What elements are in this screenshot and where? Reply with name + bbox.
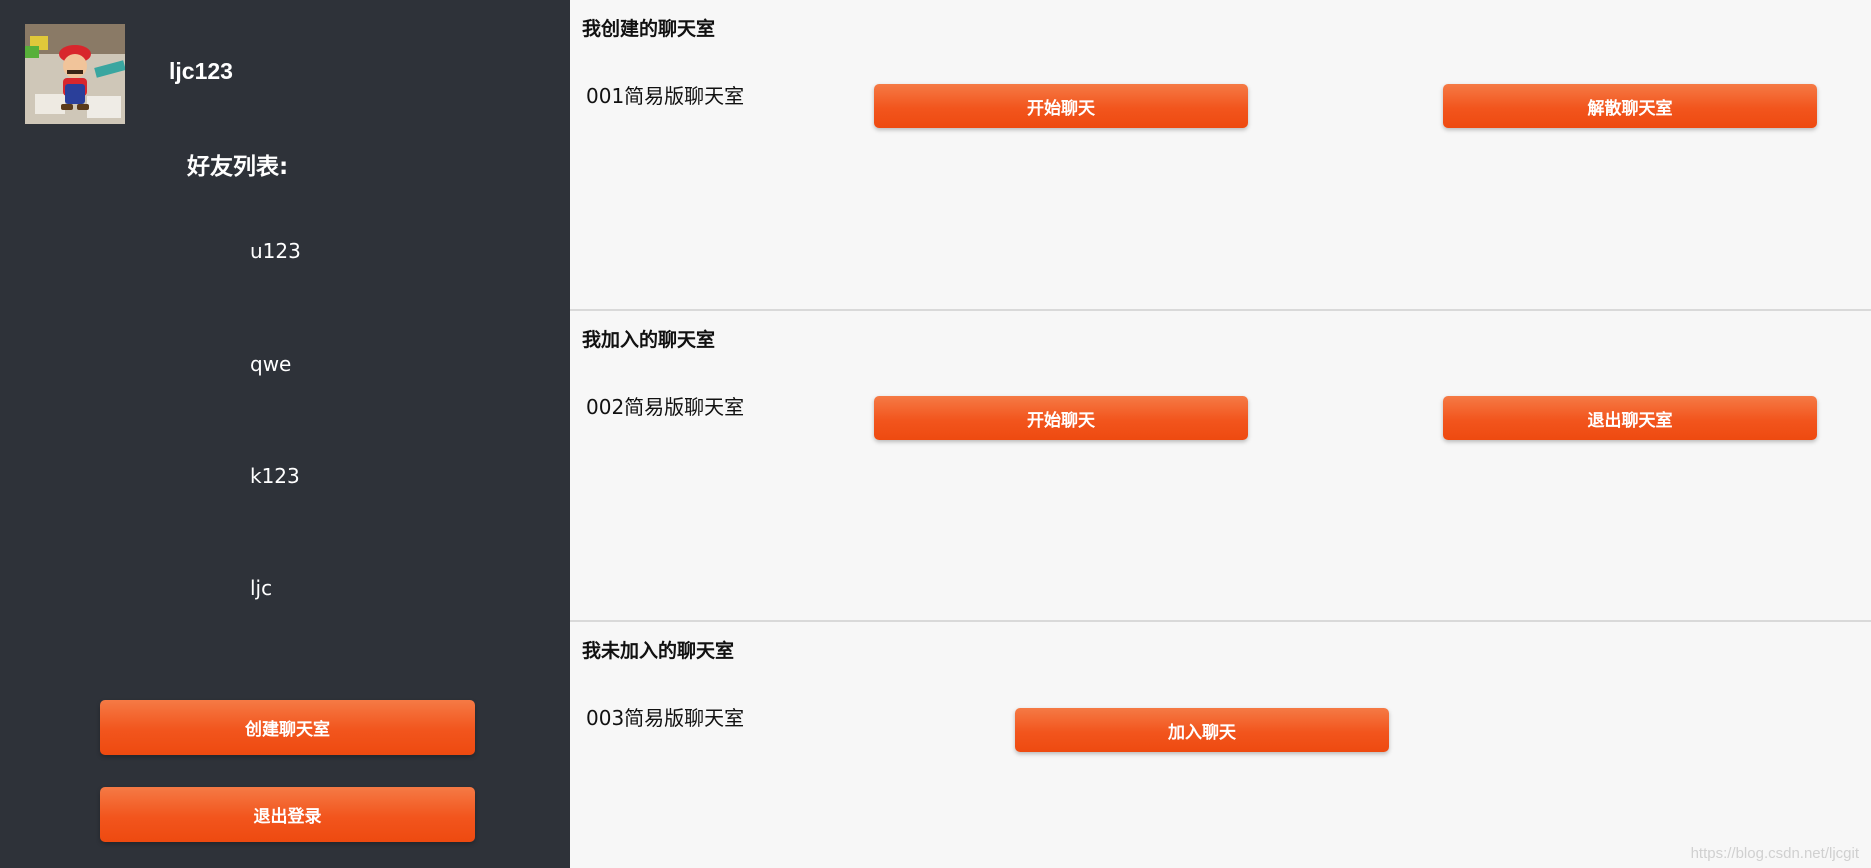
dissolve-room-button[interactable]: 解散聊天室: [1443, 84, 1817, 128]
joined-rooms-section: 我加入的聊天室 002简易版聊天室 开始聊天 退出聊天室: [570, 311, 1871, 620]
start-chat-button[interactable]: 开始聊天: [874, 396, 1248, 440]
watermark: https://blog.csdn.net/ljcgit: [1690, 845, 1859, 862]
created-rooms-section: 我创建的聊天室 001简易版聊天室 开始聊天 解散聊天室: [570, 0, 1871, 309]
friends-list-title: 好友列表:: [187, 154, 289, 180]
section-title: 我未加入的聊天室: [582, 640, 735, 662]
join-chat-button[interactable]: 加入聊天: [1015, 708, 1389, 752]
mario-figure-icon: [25, 24, 125, 124]
friend-item[interactable]: u123: [250, 239, 301, 263]
room-name: 002简易版聊天室: [586, 395, 745, 419]
friend-item[interactable]: ljc: [250, 576, 272, 600]
friend-item[interactable]: qwe: [250, 352, 291, 376]
section-title: 我创建的聊天室: [582, 18, 716, 40]
avatar[interactable]: [25, 24, 125, 124]
quit-room-button[interactable]: 退出聊天室: [1443, 396, 1817, 440]
section-title: 我加入的聊天室: [582, 329, 716, 351]
room-name: 003简易版聊天室: [586, 706, 745, 730]
friend-item[interactable]: k123: [250, 464, 300, 488]
logout-button[interactable]: 退出登录: [100, 787, 475, 842]
username: ljc123: [169, 58, 233, 84]
app-root: ljc123 好友列表: u123 qwe k123 ljc 创建聊天室 退出登…: [0, 0, 1871, 868]
start-chat-button[interactable]: 开始聊天: [874, 84, 1248, 128]
not-joined-rooms-section: 我未加入的聊天室 003简易版聊天室 加入聊天: [570, 622, 1871, 868]
room-name: 001简易版聊天室: [586, 84, 745, 108]
create-room-button[interactable]: 创建聊天室: [100, 700, 475, 755]
sidebar: ljc123 好友列表: u123 qwe k123 ljc 创建聊天室 退出登…: [0, 0, 570, 868]
main-content: 我创建的聊天室 001简易版聊天室 开始聊天 解散聊天室 我加入的聊天室 002…: [570, 0, 1871, 868]
